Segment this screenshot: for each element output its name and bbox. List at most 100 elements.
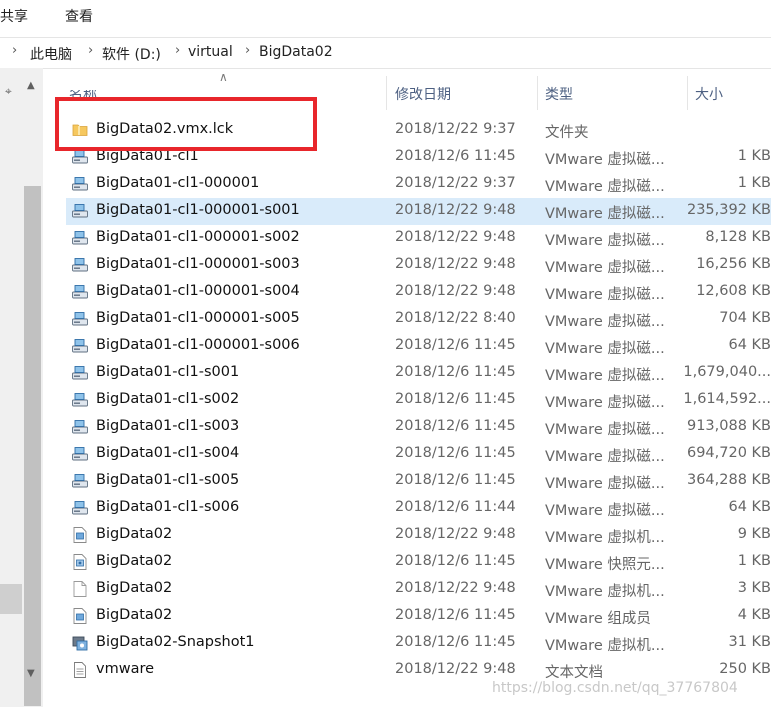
column-header-name[interactable]: 名称 <box>69 90 97 104</box>
file-size: 364,288 KB <box>686 472 771 488</box>
file-row[interactable]: BigData01-cl1-000001-s004 2018/12/22 9:48… <box>66 279 771 306</box>
ribbon-tab-share[interactable]: 共享 <box>0 6 28 26</box>
file-type: VMware 虚拟磁... <box>545 287 665 303</box>
file-name: BigData01-cl1-s005 <box>96 472 240 488</box>
file-size: 3 KB <box>737 580 771 596</box>
navigation-selected-item[interactable] <box>0 584 22 614</box>
file-date: 2018/12/6 11:45 <box>395 553 516 569</box>
file-row[interactable]: BigData02 2018/12/6 11:45 VMware 快照元... 1 K… <box>66 549 771 576</box>
file-row[interactable]: BigData01-cl1-000001-s001 2018/12/22 9:48… <box>66 198 771 225</box>
file-name: BigData01-cl1-s003 <box>96 418 240 434</box>
chevron-right-icon[interactable]: › <box>12 43 17 58</box>
file-date: 2018/12/6 11:45 <box>395 607 516 623</box>
vmdk-icon <box>71 472 89 490</box>
file-row[interactable]: BigData01-cl1-000001-s002 2018/12/22 9:48… <box>66 225 771 252</box>
column-header-date[interactable]: 修改日期 <box>395 84 451 104</box>
chevron-right-icon[interactable]: › <box>175 43 180 58</box>
file-name: BigData02 <box>96 553 173 569</box>
ribbon-tab-view[interactable]: 查看 <box>65 6 93 26</box>
file-name: BigData01-cl1-000001-s006 <box>96 337 300 353</box>
vertical-scrollbar[interactable]: ▲ ▼ <box>22 68 43 707</box>
file-date: 2018/12/6 11:45 <box>395 472 516 488</box>
chevron-right-icon[interactable]: › <box>245 43 250 58</box>
file-date: 2018/12/22 9:48 <box>395 256 516 272</box>
file-size: 1,614,592... <box>683 391 771 407</box>
pin-icon[interactable]: ⌖ <box>5 84 12 99</box>
file-type: 文件夹 <box>545 125 589 141</box>
text-file-icon <box>71 661 89 679</box>
folder-icon <box>71 121 89 139</box>
file-size: 704 KB <box>719 310 771 326</box>
file-row[interactable]: BigData02 2018/12/22 9:48 VMware 虚拟机... 3 K… <box>66 576 771 603</box>
file-row[interactable]: BigData02 2018/12/6 11:45 VMware 组成员 4 KB <box>66 603 771 630</box>
file-name: BigData02.vmx.lck <box>96 121 234 137</box>
file-row[interactable]: BigData02 2018/12/22 9:48 VMware 虚拟机... 9 K… <box>66 522 771 549</box>
vmdk-icon <box>71 337 89 355</box>
column-header-size[interactable]: 大小 <box>695 84 723 104</box>
address-bar[interactable]: › 此电脑 › 软件 (D:) › virtual › BigData02 <box>0 37 771 69</box>
file-row[interactable]: BigData01-cl1-s001 2018/12/6 11:45 VMware … <box>66 360 771 387</box>
file-row[interactable]: BigData01-cl1-000001-s006 2018/12/6 11:45… <box>66 333 771 360</box>
file-row[interactable]: BigData01-cl1-s002 2018/12/6 11:45 VMware … <box>66 387 771 414</box>
breadcrumb-bigdata02[interactable]: BigData02 <box>259 44 333 60</box>
file-row[interactable]: BigData01-cl1-000001-s003 2018/12/22 9:48… <box>66 252 771 279</box>
vmdk-icon <box>71 256 89 274</box>
file-size: 12,608 KB <box>696 283 771 299</box>
snapshot-icon <box>71 634 89 652</box>
file-type: VMware 虚拟磁... <box>545 503 665 519</box>
file-date: 2018/12/6 11:45 <box>395 364 516 380</box>
file-row[interactable]: BigData02-Snapshot1 2018/12/6 11:45 VMware… <box>66 630 771 657</box>
chevron-right-icon[interactable]: › <box>88 43 93 58</box>
breadcrumb-drive-d[interactable]: 软件 (D:) <box>102 44 161 64</box>
file-name: BigData01-cl1-000001-s003 <box>96 256 300 272</box>
vmdk-icon <box>71 391 89 409</box>
file-row[interactable]: BigData01-cl1-000001-s005 2018/12/22 8:40… <box>66 306 771 333</box>
file-type: VMware 虚拟磁... <box>545 476 665 492</box>
file-name: BigData01-cl1-s002 <box>96 391 240 407</box>
file-type: 文本文档 <box>545 665 603 681</box>
scroll-down-icon[interactable]: ▼ <box>27 668 35 679</box>
file-date: 2018/12/22 9:48 <box>395 202 516 218</box>
file-type: VMware 快照元... <box>545 557 665 573</box>
file-type: VMware 虚拟机... <box>545 638 665 654</box>
vmdk-icon <box>71 310 89 328</box>
file-size: 64 KB <box>728 337 771 353</box>
file-size: 235,392 KB <box>686 202 771 218</box>
vmdk-icon <box>71 148 89 166</box>
file-row[interactable]: BigData01-cl1-s003 2018/12/6 11:45 VMware … <box>66 414 771 441</box>
file-row[interactable]: BigData01-cl1-000001 2018/12/22 9:37 VMwar… <box>66 171 771 198</box>
column-header-row: ∧ 名称 修改日期 类型 大小 <box>43 70 771 112</box>
column-divider[interactable] <box>386 76 387 110</box>
file-type: VMware 虚拟磁... <box>545 206 665 222</box>
breadcrumb-this-pc[interactable]: 此电脑 <box>30 44 72 64</box>
vmdk-icon <box>71 445 89 463</box>
file-size: 64 KB <box>728 499 771 515</box>
file-type: VMware 虚拟磁... <box>545 395 665 411</box>
file-type: VMware 虚拟磁... <box>545 179 665 195</box>
file-date: 2018/12/6 11:45 <box>395 445 516 461</box>
file-row[interactable]: BigData01-cl1-s006 2018/12/6 11:44 VMware … <box>66 495 771 522</box>
file-name: BigData01-cl1-000001-s002 <box>96 229 300 245</box>
scrollbar-thumb[interactable] <box>24 186 41 706</box>
file-type: VMware 虚拟机... <box>545 530 665 546</box>
column-divider[interactable] <box>537 76 538 110</box>
vmdk-icon <box>71 175 89 193</box>
file-row[interactable]: BigData01-cl1-s005 2018/12/6 11:45 VMware … <box>66 468 771 495</box>
vmx-icon <box>71 607 89 625</box>
file-name: BigData01-cl1-s004 <box>96 445 240 461</box>
column-header-type[interactable]: 类型 <box>545 84 573 104</box>
file-date: 2018/12/6 11:45 <box>395 418 516 434</box>
file-name: BigData01-cl1 <box>96 148 199 164</box>
file-date: 2018/12/6 11:45 <box>395 337 516 353</box>
file-size: 913,088 KB <box>686 418 771 434</box>
vmxf-icon <box>71 580 89 598</box>
file-row[interactable]: BigData02.vmx.lck 2018/12/22 9:37 文件夹 <box>66 117 771 144</box>
scroll-up-icon[interactable]: ▲ <box>27 80 35 91</box>
file-size: 694,720 KB <box>686 445 771 461</box>
column-divider[interactable] <box>687 76 688 110</box>
file-row[interactable]: BigData01-cl1-s004 2018/12/6 11:45 VMware … <box>66 441 771 468</box>
file-row[interactable]: BigData01-cl1 2018/12/6 11:45 VMware 虚拟磁..… <box>66 144 771 171</box>
file-name: BigData02 <box>96 580 173 596</box>
breadcrumb-virtual[interactable]: virtual <box>188 44 233 60</box>
file-type: VMware 虚拟磁... <box>545 314 665 330</box>
